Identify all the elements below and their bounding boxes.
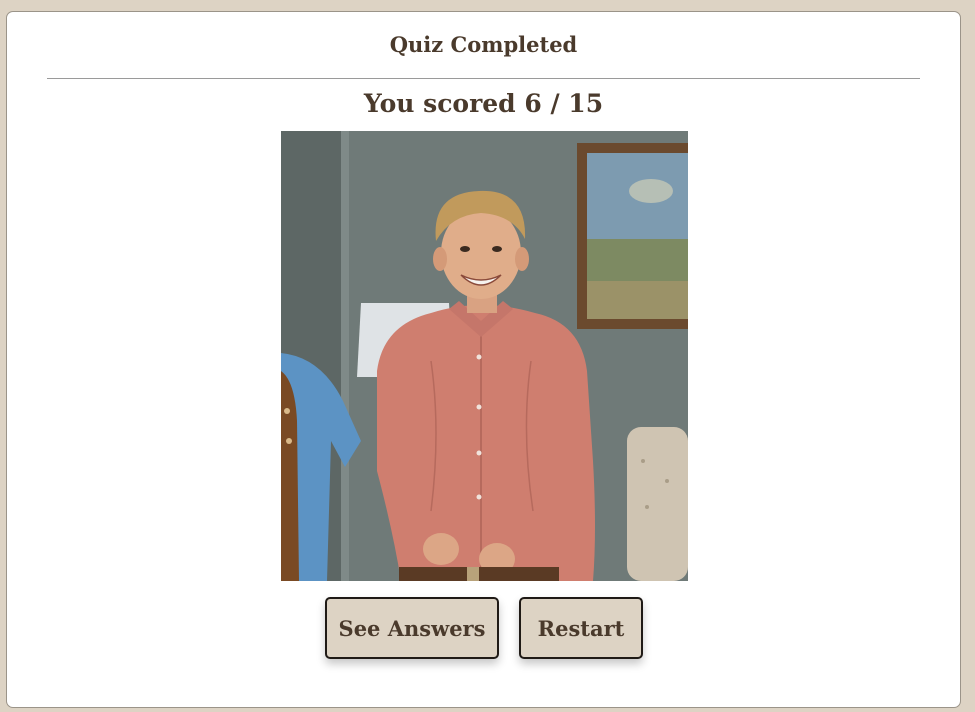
result-image [281, 131, 688, 581]
score-text: You scored 6 / 15 [363, 89, 604, 118]
restart-button[interactable]: Restart [519, 597, 643, 659]
quiz-result-card: Quiz Completed You scored 6 / 15 See Ans… [6, 11, 961, 708]
see-answers-button[interactable]: See Answers [325, 597, 499, 659]
result-illustration [281, 131, 688, 581]
quiz-title: Quiz Completed [389, 32, 578, 57]
title-divider [47, 78, 920, 79]
